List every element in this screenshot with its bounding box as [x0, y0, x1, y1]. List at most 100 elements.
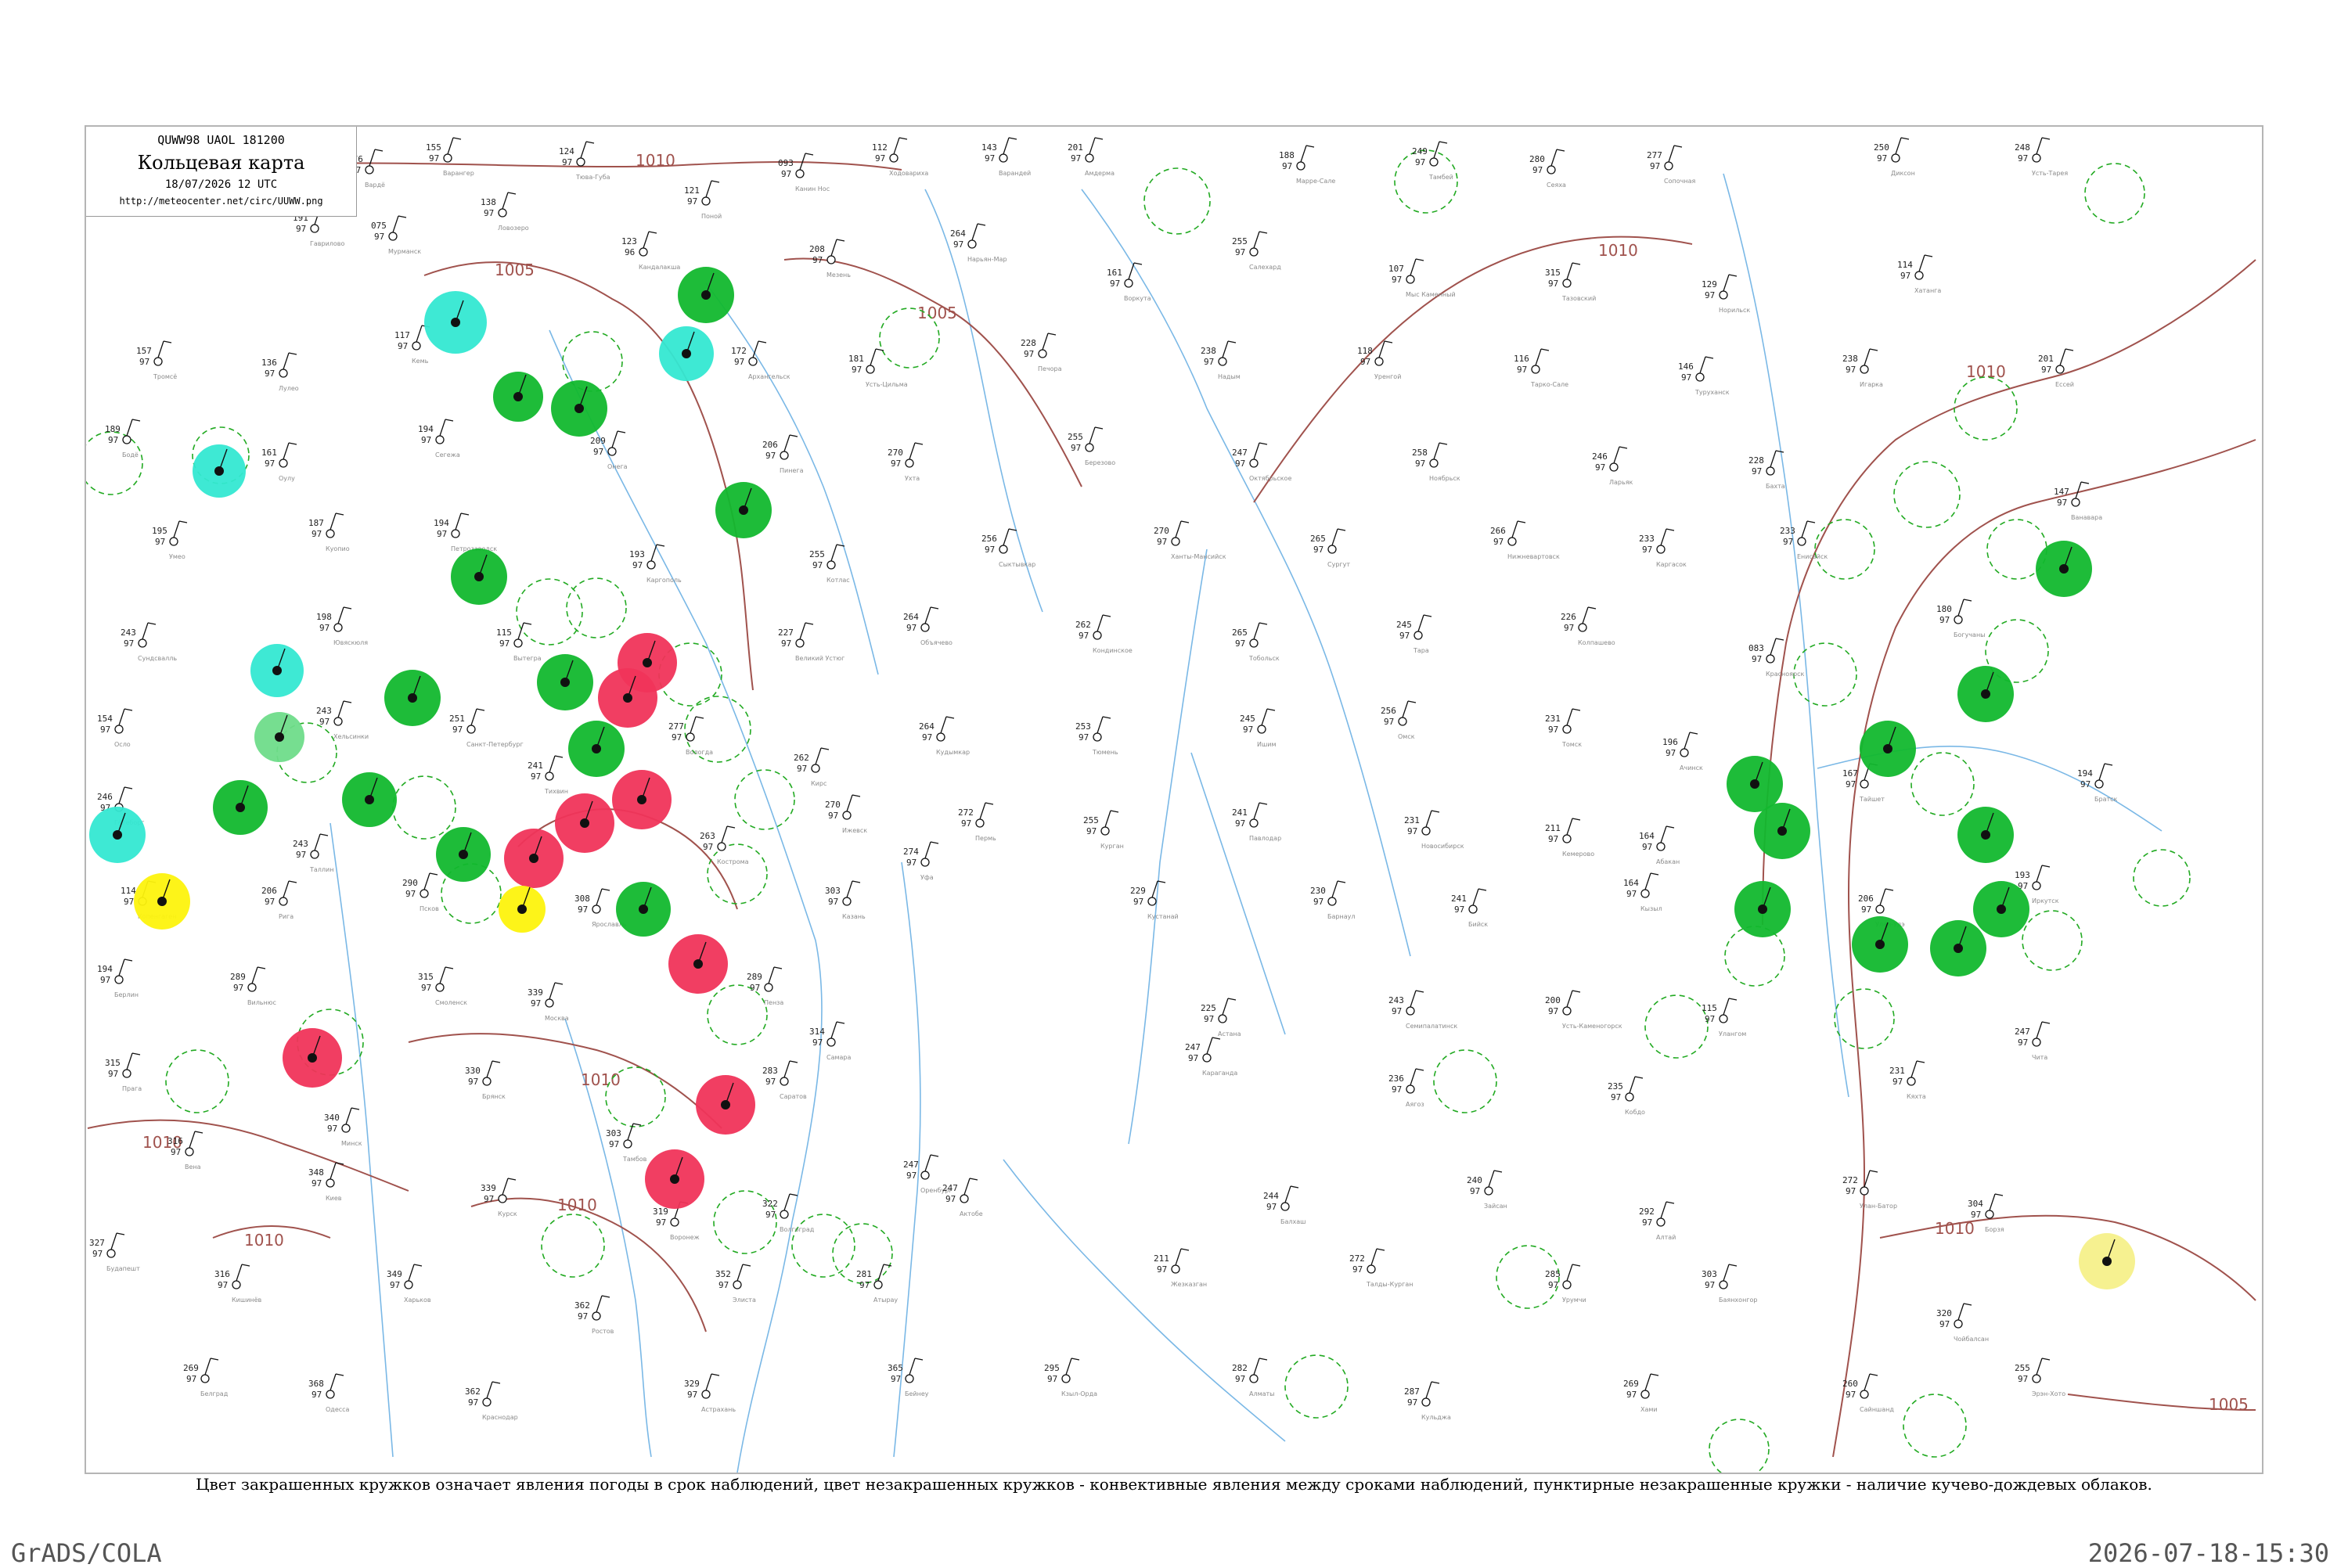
station-name: Тара [1413, 647, 1429, 654]
isobar-line [408, 1033, 722, 1129]
map-url: http://meteocenter.net/circ/UUWW.png [119, 196, 323, 207]
station-marker [975, 818, 985, 828]
station-name: Сегежа [435, 451, 460, 459]
station-marker [1656, 842, 1666, 851]
pressure-value: 208 [809, 244, 825, 254]
station-name: Берлин [114, 991, 139, 998]
wind-barb [1410, 258, 1417, 276]
station-marker [1766, 654, 1775, 664]
station-name: Красноярск [1766, 671, 1804, 678]
station-name: Аягоз [1406, 1101, 1424, 1108]
pressure-value: 264 [919, 721, 935, 732]
station-name: Ухта [905, 475, 920, 482]
visibility-value: 97 [578, 1311, 588, 1322]
wind-barb-feather [2041, 865, 2051, 868]
pressure-value: 264 [903, 612, 919, 622]
station-plot: 31597 Смоленск [418, 966, 467, 1006]
weather-phenomenon-circle [678, 267, 734, 323]
station-plot: 26597Тобольск [1232, 622, 1280, 662]
wind-barb-feather [1650, 1373, 1659, 1376]
cb-cloud-ring [165, 1049, 229, 1113]
station-marker [1562, 834, 1572, 843]
pressure-value: 117 [394, 330, 410, 340]
pressure-value: 247 [1185, 1042, 1201, 1052]
cb-cloud-ring [541, 1214, 605, 1278]
wind-barb-feather [1431, 810, 1440, 813]
station-name: Тарко-Сале [1530, 381, 1568, 388]
station-name: Рига [279, 913, 294, 920]
pressure-value: 164 [1623, 878, 1639, 888]
wind-barb [1770, 638, 1777, 656]
wind-barb-feather [335, 1373, 344, 1376]
pressure-value: 253 [1075, 721, 1091, 732]
visibility-value: 97 [1204, 1014, 1214, 1024]
station-plot: 22897 Бахта [1748, 450, 1785, 490]
visibility-value: 97 [1783, 537, 1793, 547]
wind-barb-feather [601, 1295, 610, 1298]
wind-barb [783, 434, 790, 452]
station-plot: 19397Каргополь [629, 544, 682, 584]
station-plot: 18897 Марре-Сале [1279, 145, 1335, 185]
station-marker [279, 897, 288, 906]
station-name: Абакан [1656, 858, 1680, 865]
wind-barb [314, 833, 321, 851]
pressure-value: 245 [1240, 714, 1255, 724]
station-name: Урумчи [1562, 1296, 1586, 1304]
wind-barb-feather [1439, 141, 1448, 144]
station-plot: 30397Тамбов [606, 1123, 647, 1163]
wind-barb-feather [656, 544, 665, 547]
wind-barb-feather [1650, 872, 1659, 876]
station-name: Самара [826, 1054, 852, 1061]
wind-barb [118, 708, 125, 726]
wind-barb [204, 1358, 211, 1376]
wind-barb-feather [1102, 614, 1111, 617]
station-marker [513, 638, 523, 648]
wind-barb-feather [1180, 1248, 1190, 1251]
wind-barb [1042, 333, 1049, 351]
station-plot: 11297 Ходовариха [872, 137, 928, 177]
station-plot: 11897 Уренгой [1357, 340, 1401, 380]
wind-barb [830, 1021, 837, 1039]
wind-barb [1065, 1358, 1072, 1376]
visibility-value: 97 [233, 983, 243, 993]
station-plot: 31597Тазовский [1545, 262, 1596, 302]
pressure-value: 155 [426, 142, 441, 153]
wind-barb-feather [1517, 520, 1526, 523]
river-ob [1081, 189, 1411, 957]
wind-barb [447, 137, 454, 155]
station-marker [842, 897, 852, 906]
visibility-value: 97 [1846, 365, 1856, 375]
pressure-value: 093 [778, 158, 794, 168]
station-name: Смоленск [435, 999, 467, 1006]
wind-barb [1668, 145, 1675, 163]
visibility-value: 97 [812, 1038, 823, 1048]
station-marker [960, 1194, 969, 1203]
station-plot: 27097 Ханты-Мансийск [1154, 520, 1226, 560]
wind-barb-feather [2041, 1021, 2051, 1024]
pressure-value: 315 [1545, 268, 1561, 278]
station-marker [889, 153, 899, 163]
pressure-value: 270 [825, 800, 841, 810]
station-plot: 22997 Кустанай [1130, 880, 1179, 920]
wind-barb [251, 966, 258, 984]
station-plot: 24197 Павлодар [1232, 802, 1281, 842]
station-marker [592, 904, 601, 914]
visibility-value: 97 [1235, 818, 1245, 829]
station-name: Таллин [309, 866, 333, 873]
pressure-value: 194 [434, 518, 449, 528]
station-plot: 30397 Казань [825, 880, 866, 920]
wind-barb [650, 544, 657, 562]
wind-barb-feather [2041, 1358, 2051, 1361]
stations-layer: 07697Вардё15597Варангер12497Тюва-Губа121… [89, 137, 2118, 1421]
station-name: Кандалакша [639, 264, 680, 271]
station-marker [1061, 1374, 1071, 1383]
wind-barb [1566, 1264, 1573, 1282]
wind-barb [768, 966, 775, 984]
visibility-value: 97 [1204, 357, 1214, 367]
wind-barb-feather [711, 180, 720, 183]
station-plot: 25697 Омск [1381, 700, 1417, 740]
river-syrdarya [1003, 1159, 1286, 1442]
wind-barb-feather [1869, 348, 1878, 351]
weather-phenomenon-circle [384, 670, 441, 726]
station-plot: 31597 Прага [105, 1052, 142, 1092]
